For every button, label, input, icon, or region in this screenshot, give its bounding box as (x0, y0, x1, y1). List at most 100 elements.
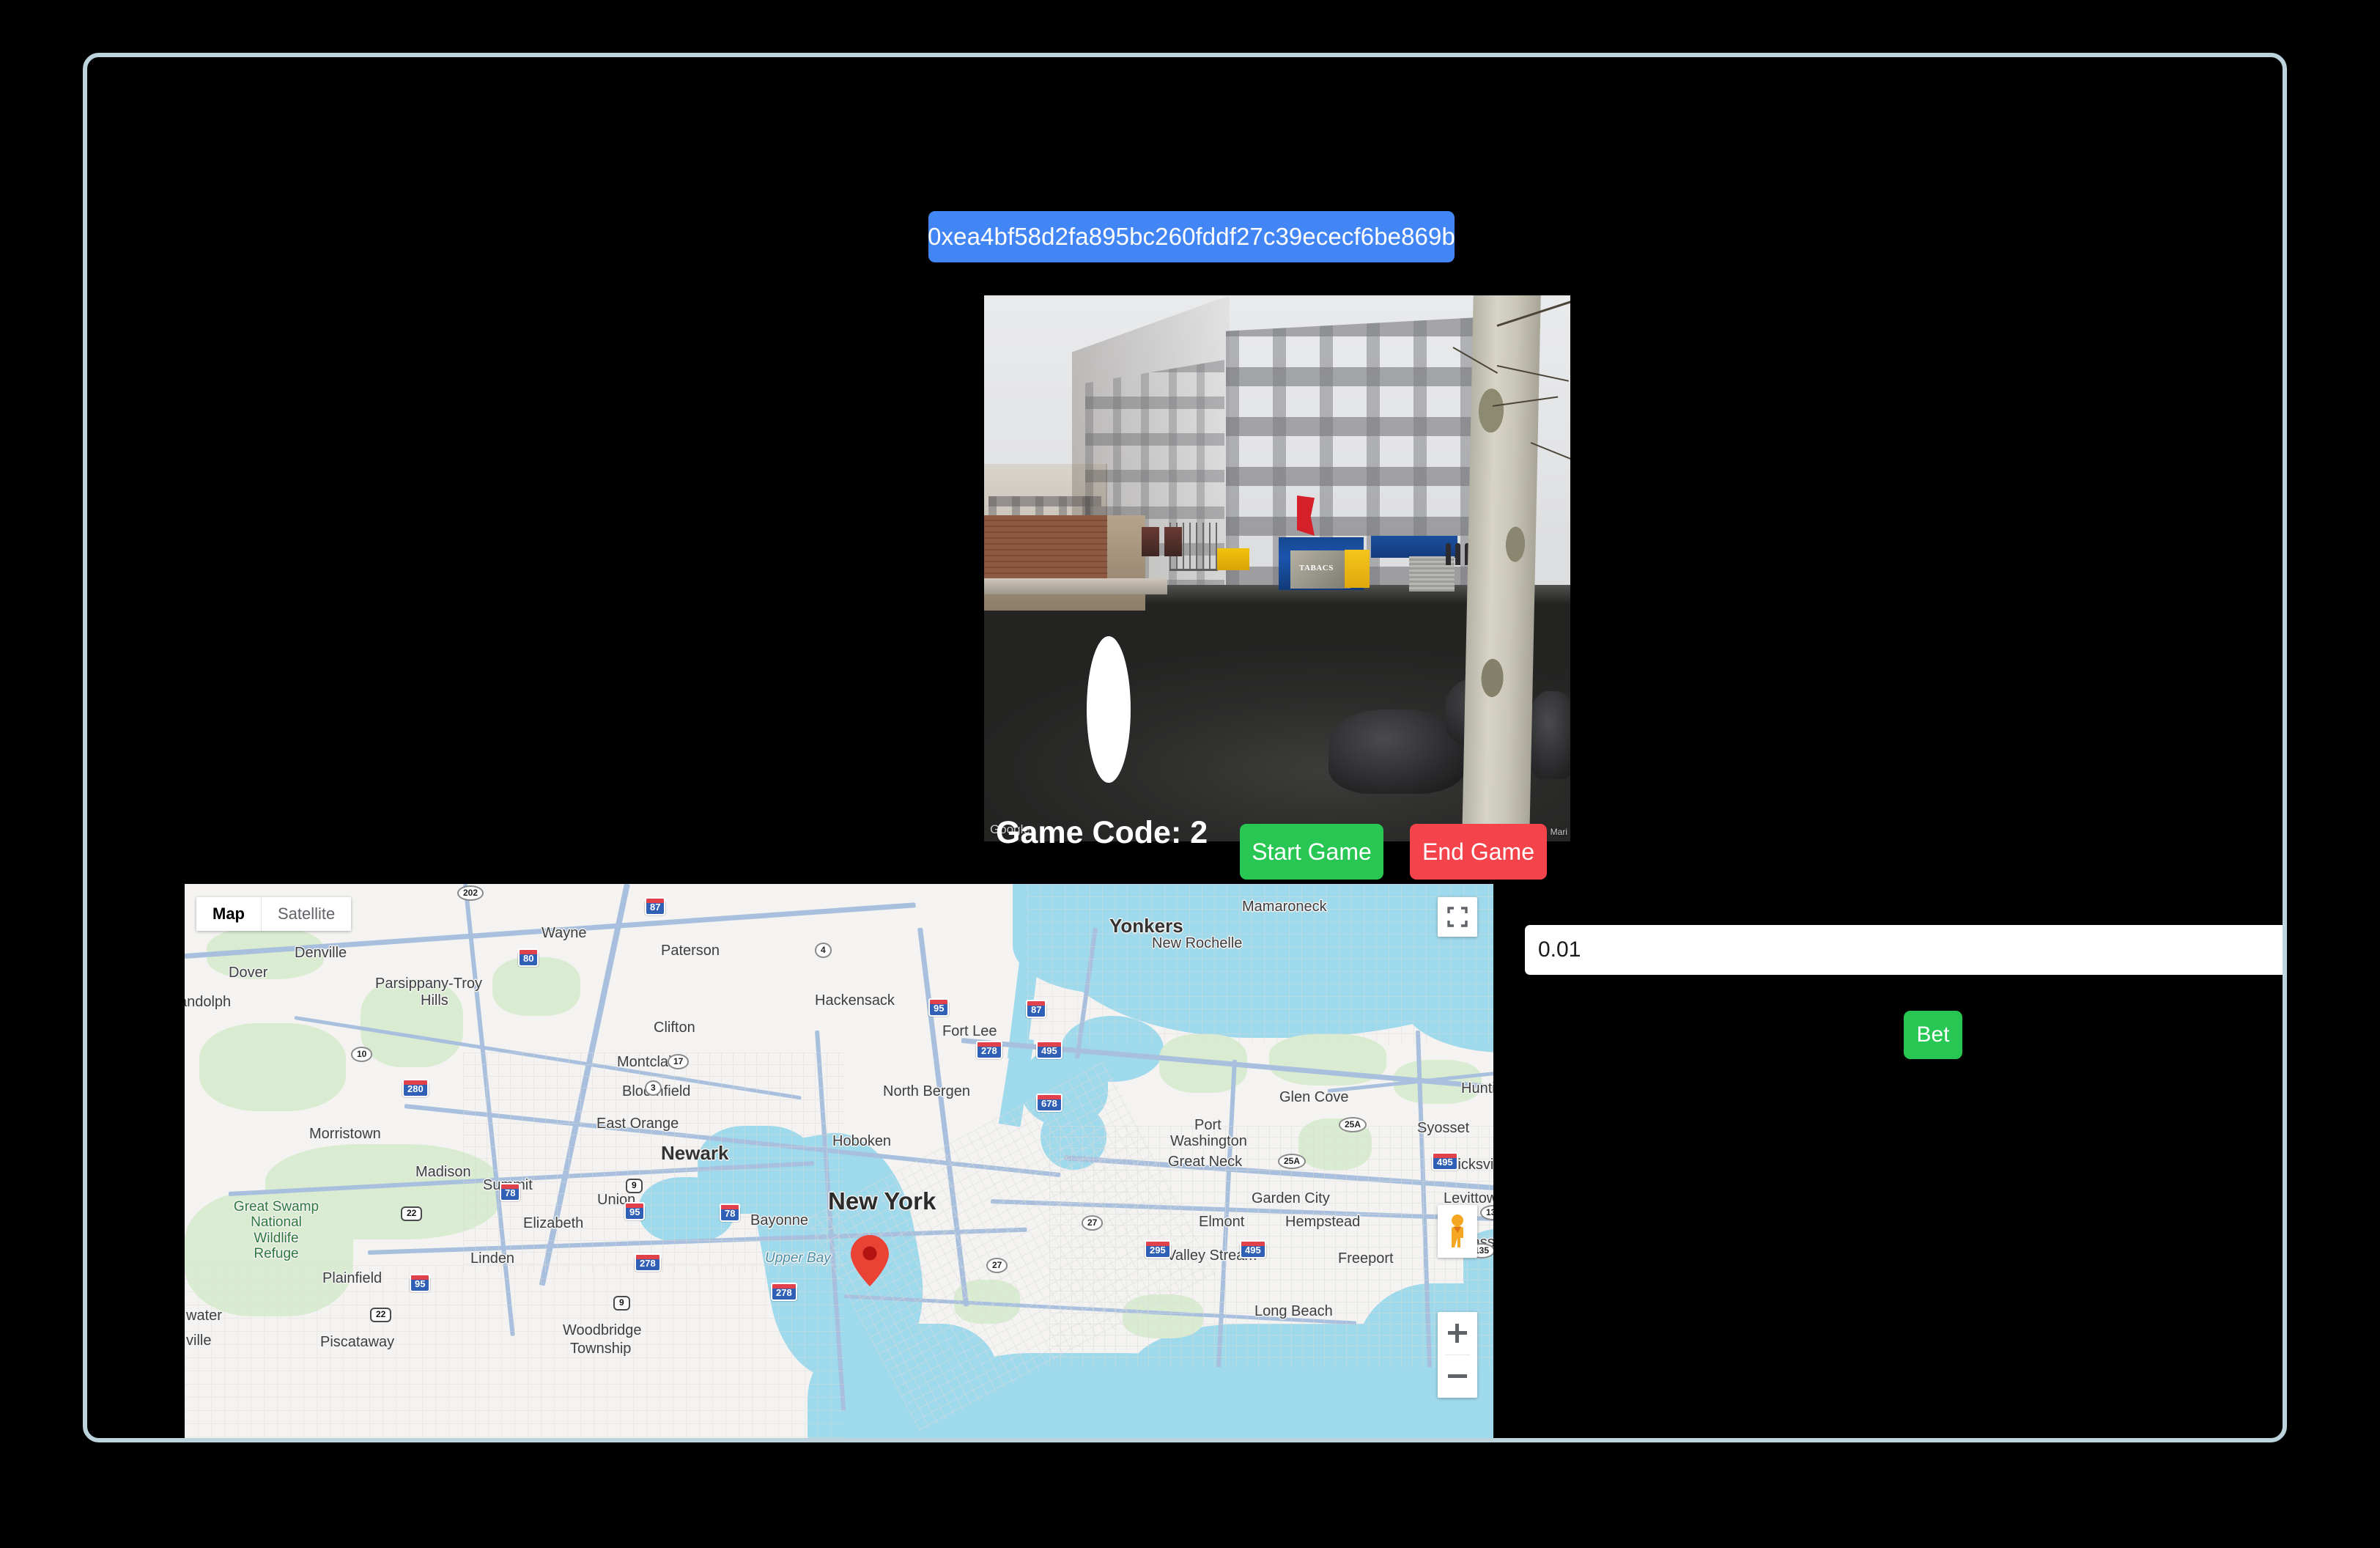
map-place-label: Garden City (1252, 1190, 1330, 1206)
route-shield: 87 (645, 897, 666, 915)
hidden-location-oval (1087, 636, 1131, 783)
pegman-street-view-icon[interactable] (1438, 1205, 1477, 1258)
map-place-label: Wayne (542, 925, 587, 941)
park-label: Great Swamp National Wildlife Refuge (233, 1199, 319, 1261)
route-shield: 95 (928, 998, 950, 1017)
map-place-label: Freeport (1338, 1250, 1394, 1267)
route-shield: 22 (370, 1308, 392, 1322)
brick-wall (984, 515, 1107, 578)
pedestrian (1455, 543, 1460, 565)
zoom-out-button[interactable] (1438, 1355, 1477, 1398)
yellow-mailbox (1217, 548, 1249, 570)
route-shield: 78 (500, 1183, 521, 1201)
map-place-label: water (186, 1308, 222, 1324)
route-shield: 25A (1339, 1117, 1367, 1132)
route-shield: 202 (457, 885, 484, 901)
map-place-label: Piscataway (320, 1334, 395, 1350)
tree-trunk (1462, 295, 1541, 841)
map-place-label: Woodbridge (563, 1322, 642, 1338)
map-place-label: Denville (295, 945, 347, 961)
bet-button[interactable]: Bet (1904, 1011, 1962, 1059)
map-place-label: Hackensack (815, 992, 895, 1009)
map-place-label: New York (828, 1187, 936, 1215)
route-shield: 22 (401, 1206, 423, 1221)
route-shield: 25A (1278, 1154, 1307, 1169)
fullscreen-icon[interactable] (1438, 897, 1477, 937)
map-place-label: Syosset (1417, 1120, 1470, 1136)
shop-awning (1371, 536, 1457, 558)
map-panel[interactable]: Great Swamp National Wildlife Refuge Dov… (185, 884, 1493, 1438)
route-shield: 4 (815, 943, 832, 958)
route-shield: 278 (976, 1041, 1002, 1059)
map-type-satellite[interactable]: Satellite (262, 897, 351, 931)
map-place-label: Long Beach (1254, 1303, 1333, 1319)
map-place-label: Great Neck (1168, 1154, 1243, 1170)
map-place-label: Yonkers (1109, 915, 1183, 937)
bet-amount-input[interactable] (1525, 925, 2283, 975)
route-shield: 678 (1036, 1094, 1062, 1112)
map-place-label: Upper Bay (765, 1250, 831, 1266)
map-place-label: North Bergen (883, 1083, 970, 1099)
map-place-label: Mamaroneck (1242, 899, 1327, 915)
zoom-control[interactable] (1438, 1312, 1477, 1398)
map-place-label: Elizabeth (523, 1215, 584, 1231)
route-shield: 10 (351, 1047, 373, 1062)
map-place-label: Morristown (309, 1126, 381, 1142)
pedestrian (1446, 543, 1451, 565)
map-place-label: Hoboken (832, 1133, 892, 1149)
route-shield: 27 (1082, 1215, 1104, 1231)
route-shield: 95 (410, 1274, 431, 1292)
parked-scooter (1528, 691, 1570, 779)
map-place-label: Dover (229, 965, 268, 981)
game-code-label: Game Code: 2 (996, 815, 1208, 850)
map-type-map[interactable]: Map (196, 897, 261, 931)
route-shield: 280 (402, 1079, 429, 1097)
map-place-label: Paterson (661, 943, 720, 959)
map-place-label: Clifton (654, 1020, 695, 1036)
curb (984, 578, 1167, 594)
route-shield: 9 (626, 1179, 643, 1193)
map-place-label: Madison (415, 1164, 471, 1180)
poster-right (1164, 527, 1182, 556)
route-shield: 495 (1036, 1041, 1062, 1059)
map-place-label: andolph (185, 994, 232, 1010)
route-shield: 95 (624, 1202, 646, 1220)
tabacs-sign: TABACS (1299, 564, 1334, 572)
route-shield: 495 (1432, 1152, 1458, 1171)
shop-front-yellow (1345, 550, 1370, 588)
map-place-label: Port (1194, 1117, 1222, 1133)
map-place-label: Newark (661, 1142, 729, 1164)
route-shield: 278 (771, 1283, 797, 1301)
route-shield: 78 (720, 1204, 741, 1222)
map-place-label: ville (186, 1333, 212, 1349)
map-place-label: Linden (470, 1250, 515, 1267)
poster-left (1142, 527, 1159, 556)
zoom-in-button[interactable] (1438, 1312, 1477, 1354)
route-shield: 87 (1026, 1000, 1047, 1018)
route-shield: 17 (668, 1054, 690, 1069)
route-shield: 27 (986, 1258, 1008, 1273)
map-place-label: Bayonne (750, 1212, 808, 1228)
route-shield: 80 (518, 948, 539, 967)
route-shield: 9 (613, 1296, 630, 1311)
map-place-label: Washington (1170, 1133, 1247, 1149)
wallet-address-button[interactable]: 0xea4bf58d2fa895bc260fddf27c39ececf6be86… (928, 211, 1455, 262)
map-place-label: Township (570, 1341, 632, 1357)
street-view-attribution: Mari (1550, 827, 1567, 837)
start-game-button[interactable]: Start Game (1240, 824, 1383, 880)
street-view-panel[interactable]: TABACS Google Mari (984, 295, 1570, 841)
route-shield: 3 (645, 1080, 662, 1096)
map-place-label: Glen Cove (1279, 1089, 1349, 1105)
map-location-marker[interactable] (851, 1235, 889, 1286)
map-place-label: Hempstead (1285, 1214, 1361, 1230)
map-canvas[interactable]: Great Swamp National Wildlife Refuge Dov… (185, 884, 1493, 1438)
end-game-button[interactable]: End Game (1410, 824, 1547, 880)
route-shield: 278 (635, 1253, 661, 1272)
map-place-label: Fort Lee (942, 1023, 997, 1039)
map-type-control[interactable]: Map Satellite (196, 897, 352, 931)
app-window: 0xea4bf58d2fa895bc260fddf27c39ececf6be86… (83, 53, 2287, 1442)
route-shield: 295 (1145, 1240, 1171, 1258)
map-place-label: Elmont (1199, 1214, 1245, 1230)
map-place-label: Hills (421, 992, 448, 1009)
route-shield: 495 (1240, 1240, 1266, 1258)
